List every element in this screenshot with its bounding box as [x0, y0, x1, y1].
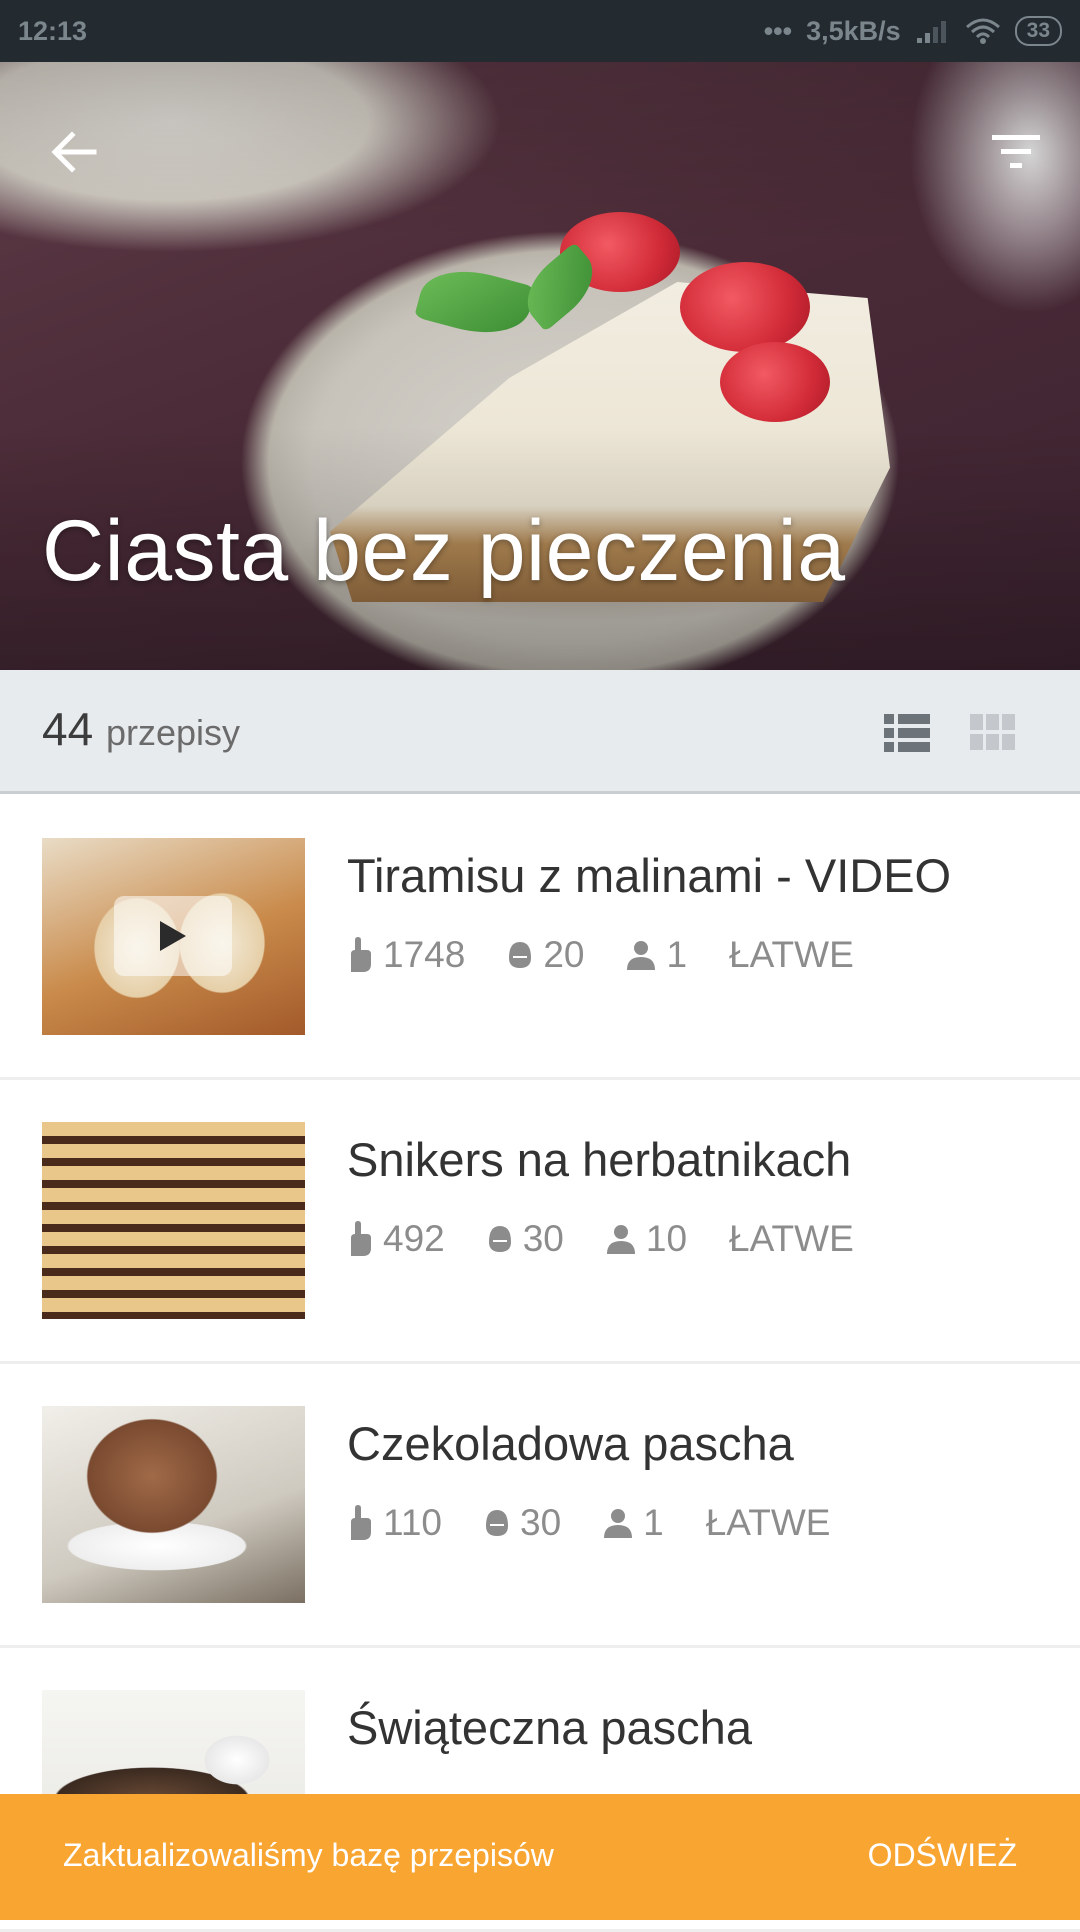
servings-stat: 1: [626, 934, 687, 976]
recipe-thumbnail: [42, 1122, 305, 1319]
recipes-count: 44: [42, 703, 94, 755]
person-icon: [606, 1225, 635, 1254]
grid-view-icon[interactable]: [970, 714, 1016, 752]
update-snackbar: Zaktualizowaliśmy bazę przepisów ODŚWIEŻ: [0, 1794, 1080, 1920]
likes-count: 1748: [383, 934, 466, 975]
time-value: 30: [522, 1218, 564, 1259]
hero-image: Ciasta bez pieczenia: [0, 62, 1080, 670]
list-view-icon[interactable]: [884, 714, 930, 752]
like-hand-icon: [351, 1505, 371, 1540]
page-title: Ciasta bez pieczenia: [42, 503, 846, 599]
more-dots-icon: •••: [763, 15, 793, 46]
recipe-title: Snikers na herbatnikach: [347, 1133, 852, 1186]
servings-value: 1: [643, 1502, 664, 1543]
recipe-title: Tiramisu z malinami - VIDEO: [347, 849, 952, 902]
timer-icon: [509, 942, 532, 968]
video-play-button[interactable]: [114, 896, 232, 976]
time-value: 30: [520, 1502, 562, 1543]
refresh-button[interactable]: ODŚWIEŻ: [868, 1837, 1017, 1874]
person-icon: [627, 941, 656, 970]
recipe-meta: 1748 20 1 ŁATWE: [347, 930, 896, 980]
time-stat: 30: [484, 1502, 561, 1544]
time-stat: 30: [487, 1218, 564, 1260]
time-stat: 20: [507, 934, 584, 976]
arrow-left-icon: [51, 131, 97, 173]
likes-stat: 492: [347, 1218, 445, 1260]
likes-count: 492: [383, 1218, 445, 1259]
difficulty-label: ŁATWE: [729, 934, 854, 975]
signal-icon: [916, 21, 946, 43]
like-hand-icon: [351, 937, 371, 972]
filter-icon: [992, 135, 1040, 168]
wifi-icon: [965, 18, 1000, 44]
time-value: 20: [543, 934, 585, 975]
recipe-thumbnail: [42, 1406, 305, 1603]
recipe-thumbnail: [42, 838, 305, 1035]
recipe-list-item[interactable]: Czekoladowa pascha 110 30 1 ŁATWE: [0, 1364, 1080, 1648]
servings-value: 10: [645, 1218, 688, 1259]
status-time: 12:13: [18, 15, 88, 46]
like-hand-icon: [351, 1221, 371, 1256]
recipe-meta: 110 30 1 ŁATWE: [347, 1498, 872, 1548]
servings-stat: 10: [606, 1218, 687, 1260]
likes-stat: 110: [347, 1502, 442, 1544]
play-icon: [160, 921, 186, 951]
difficulty-label: ŁATWE: [705, 1502, 831, 1543]
timer-icon: [488, 1226, 511, 1252]
status-bar: 12:13 ••• 3,5kB/s 33: [0, 0, 1080, 62]
recipe-list-item[interactable]: Tiramisu z malinami - VIDEO 1748 20 1 ŁA…: [0, 796, 1080, 1080]
filter-button[interactable]: [976, 112, 1056, 192]
recipe-title: Czekoladowa pascha: [347, 1417, 794, 1470]
back-button[interactable]: [34, 112, 114, 192]
status-indicators: ••• 3,5kB/s 33: [764, 16, 1062, 47]
servings-stat: 1: [603, 1502, 664, 1544]
likes-stat: 1748: [347, 934, 465, 976]
snackbar-message: Zaktualizowaliśmy bazę przepisów: [63, 1837, 554, 1873]
person-icon: [604, 1509, 633, 1538]
likes-count: 110: [383, 1502, 442, 1543]
recipes-count-bar: 44 przepisy: [0, 670, 1080, 794]
battery-indicator: 33: [1014, 16, 1062, 46]
recipes-count-label: przepisy: [106, 712, 241, 753]
difficulty-label: ŁATWE: [729, 1218, 854, 1259]
servings-value: 1: [666, 934, 688, 975]
recipe-list-item[interactable]: Snikers na herbatnikach 492 30 10 ŁATWE: [0, 1080, 1080, 1364]
network-speed: 3,5kB/s: [806, 15, 901, 46]
timer-icon: [486, 1510, 508, 1536]
recipe-title: Świąteczna pascha: [347, 1701, 752, 1754]
recipe-meta: 492 30 10 ŁATWE: [347, 1214, 896, 1264]
